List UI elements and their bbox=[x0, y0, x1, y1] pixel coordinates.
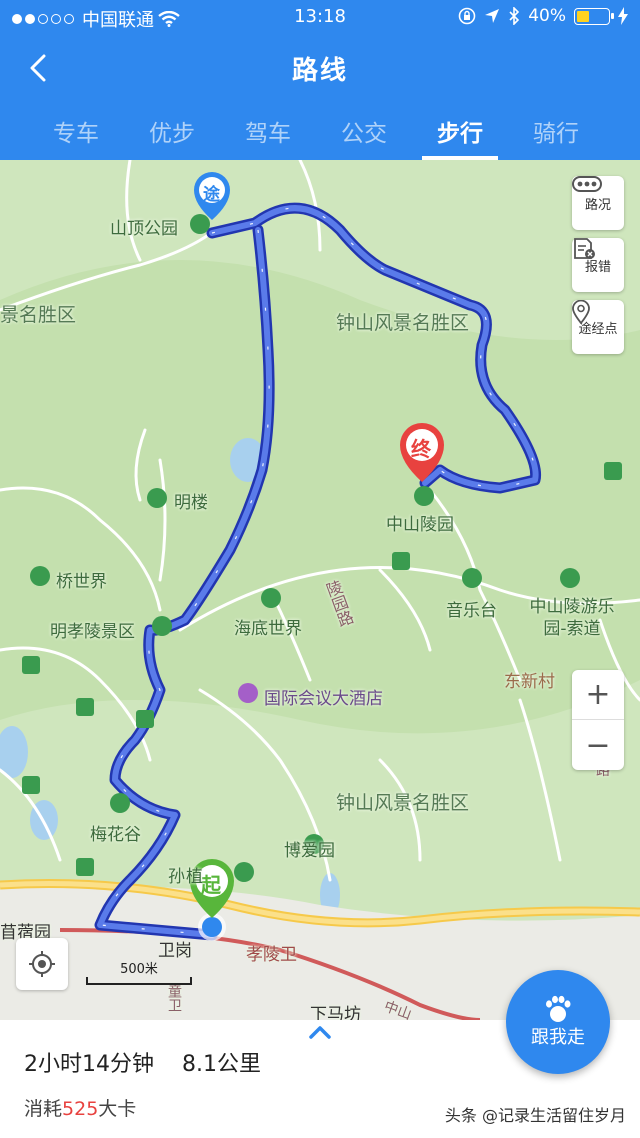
transport-tabs: 专车 优步 驾车 公交 步行 骑行 bbox=[0, 104, 640, 160]
location-arrow-icon bbox=[485, 9, 500, 23]
label-underwater-world: 海底世界 bbox=[234, 619, 302, 639]
label-zhongshan-scenic-south: 钟山风景名胜区 bbox=[336, 792, 470, 814]
label-zhongshan-mausoleum: 中山陵园 bbox=[386, 515, 454, 535]
via-marker-label: 途 bbox=[203, 185, 220, 205]
traffic-label: 路况 bbox=[584, 197, 611, 213]
chevron-up-icon[interactable] bbox=[308, 1024, 332, 1040]
label-ming-tower: 明楼 bbox=[174, 493, 208, 513]
calories-prefix: 消耗 bbox=[24, 1098, 63, 1120]
forest-area bbox=[0, 260, 640, 734]
status-bar: 中国联通 13:18 40% bbox=[0, 0, 640, 34]
label-ming-xiaoling: 明孝陵景区 bbox=[50, 622, 135, 642]
footprints-icon bbox=[546, 995, 571, 1022]
zoom-in-button[interactable]: + bbox=[572, 670, 624, 720]
lake-2 bbox=[0, 726, 28, 778]
route-duration: 2小时14分钟 bbox=[24, 1052, 154, 1077]
waypoint-button[interactable]: 途经点 bbox=[572, 300, 624, 354]
rotation-lock-icon bbox=[458, 7, 476, 25]
map-view[interactable]: 途 终 起 山顶公园 景名胜区 钟山风景名胜区 中山陵园 明楼 桥世界 明孝陵景… bbox=[0, 160, 640, 1020]
label-plum-valley: 梅花谷 bbox=[90, 825, 141, 845]
label-dong-partial: 童卫 bbox=[166, 984, 182, 1012]
label-sun-partial-2: 植 bbox=[186, 867, 203, 887]
scale-label: 500米 bbox=[120, 962, 158, 977]
label-zhongshan-ropeway: 中山陵游乐园-索道 bbox=[529, 597, 615, 639]
tab-drive[interactable]: 驾车 bbox=[220, 104, 316, 160]
traffic-icon bbox=[572, 176, 602, 192]
location-pin-icon bbox=[572, 300, 590, 324]
locate-button[interactable] bbox=[16, 938, 68, 990]
label-dongxin-village: 东新村 bbox=[504, 672, 555, 692]
page-title: 路线 bbox=[291, 56, 348, 86]
zoom-out-button[interactable]: − bbox=[572, 720, 624, 770]
label-xiaoling-wei: 孝陵卫 bbox=[246, 945, 297, 965]
scale-bar bbox=[86, 977, 192, 985]
report-error-button[interactable]: 报错 bbox=[572, 238, 624, 292]
battery-icon bbox=[574, 7, 614, 25]
tab-car-service[interactable]: 专车 bbox=[28, 104, 124, 160]
tab-walk[interactable]: 步行 bbox=[412, 104, 508, 160]
route-distance: 8.1公里 bbox=[182, 1052, 261, 1077]
battery-percent: 40% bbox=[528, 6, 566, 26]
follow-me-button[interactable]: 跟我走 bbox=[506, 970, 610, 1074]
follow-me-label: 跟我走 bbox=[531, 1027, 585, 1048]
zoom-controls: + − bbox=[572, 670, 624, 770]
traffic-button[interactable]: 路况 bbox=[572, 176, 624, 230]
map-scale: 500米 bbox=[86, 958, 192, 985]
title-bar: 路线 bbox=[0, 40, 640, 96]
calories-suffix: 大卡 bbox=[98, 1098, 137, 1120]
calories-info: 消耗525大卡 bbox=[24, 1094, 136, 1121]
report-icon bbox=[574, 238, 595, 259]
label-zhongshan-scenic-north: 钟山风景名胜区 bbox=[336, 312, 470, 334]
route-summary: 2小时14分钟 8.1公里 bbox=[24, 1046, 261, 1078]
label-music-stage: 音乐台 bbox=[446, 601, 497, 621]
watermark: 头条 @记录生活留住岁月 bbox=[444, 1106, 626, 1125]
label-xiamafang: 下马坊 bbox=[310, 1005, 361, 1020]
label-shanding-park: 山顶公园 bbox=[110, 219, 178, 239]
start-marker-label: 起 bbox=[201, 873, 221, 897]
header: 中国联通 13:18 40% 路线 专车 优步 驾车 公交 步行 骑行 bbox=[0, 0, 640, 160]
label-sun-partial: 孙 bbox=[168, 867, 185, 887]
charging-icon bbox=[618, 7, 628, 25]
label-conference-hotel: 国际会议大酒店 bbox=[264, 689, 383, 709]
crosshair-icon bbox=[29, 951, 55, 977]
tab-transit[interactable]: 公交 bbox=[316, 104, 412, 160]
end-marker-label: 终 bbox=[411, 437, 431, 461]
tab-uber[interactable]: 优步 bbox=[124, 104, 220, 160]
tab-bike[interactable]: 骑行 bbox=[508, 104, 604, 160]
label-bridge-world: 桥世界 bbox=[56, 572, 107, 592]
label-scenic-left: 景名胜区 bbox=[0, 304, 77, 326]
bluetooth-icon bbox=[509, 7, 520, 25]
calories-value: 525 bbox=[62, 1098, 99, 1120]
label-boai-park: 博爱园 bbox=[284, 841, 335, 861]
